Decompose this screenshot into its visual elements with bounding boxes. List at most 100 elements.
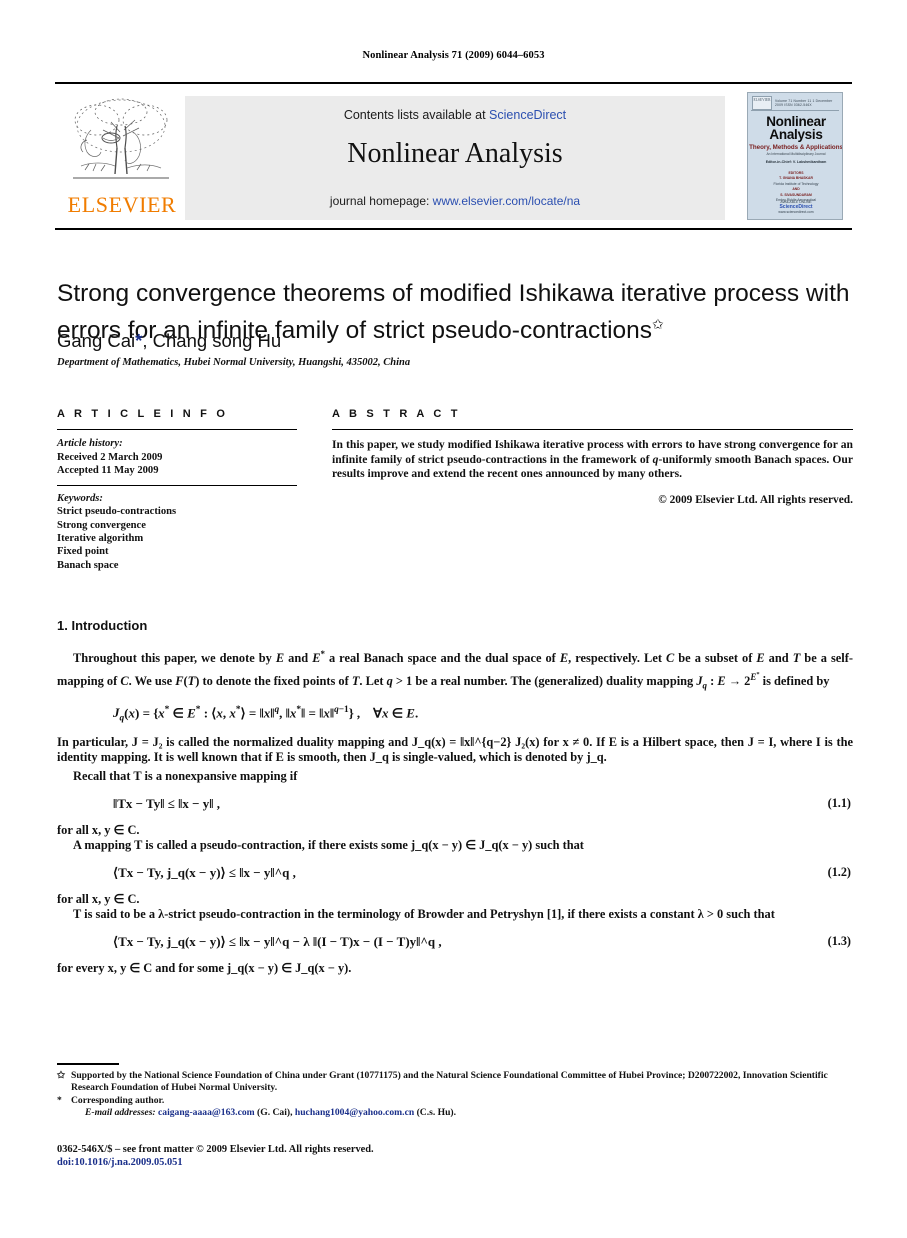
author-first: Gang Cai: [57, 330, 136, 351]
contents-line: Contents lists available at ScienceDirec…: [185, 108, 725, 122]
paragraph-7: T is said to be a λ-strict pseudo-contra…: [57, 907, 853, 923]
p1-b: and: [284, 651, 313, 666]
p1-a: Throughout this paper, we denote by: [73, 651, 276, 666]
cover-volume-line: Volume 71 Number 11 1 December 2009 ISSN…: [775, 99, 833, 107]
keyword-item: Banach space: [57, 559, 119, 571]
doi-link[interactable]: doi:10.1016/j.na.2009.05.051: [57, 1156, 853, 1169]
abstract-copyright: © 2009 Elsevier Ltd. All rights reserved…: [658, 494, 853, 507]
paragraph-3: Recall that T is a nonexpansive mapping …: [57, 769, 853, 785]
paper-page: Nonlinear Analysis 71 (2009) 6044–6053 E…: [0, 0, 907, 1238]
footnote-rule: [57, 1063, 119, 1065]
p1-h: . We use: [128, 673, 176, 688]
article-info-heading: A R T I C L E I N F O: [57, 408, 229, 420]
keyword-item: Iterative algorithm: [57, 533, 144, 545]
equation-1-1-number: (1.1): [827, 795, 851, 810]
p1-c: a real Banach space and the dual space o…: [324, 651, 560, 666]
elsevier-tree-icon: [67, 96, 175, 188]
colophon: 0362-546X/$ – see front matter © 2009 El…: [57, 1143, 853, 1169]
cover-title-line2: Analysis: [769, 127, 823, 142]
p1-f: and: [764, 651, 793, 666]
sciencedirect-link[interactable]: ScienceDirect: [489, 108, 566, 122]
paragraph-6-text: for all x, y ∈ C.: [57, 891, 140, 906]
footnote-funding-text: Supported by the National Science Founda…: [71, 1070, 828, 1094]
keyword-item: Fixed point: [57, 546, 109, 558]
equation-1-2-number: (1.2): [827, 864, 851, 879]
equation-1-2: ⟨Tx − Ty, j_q(x − y)⟩ ≤ ‖x − y‖^q , (1.2…: [57, 865, 853, 881]
cover-subtitle2: An International Multidisciplinary Journ…: [766, 152, 826, 156]
cover-subtitle: Theory, Methods & Applications: [749, 144, 843, 151]
p1-d: , respectively. Let: [568, 651, 666, 666]
homepage-label: journal homepage:: [329, 194, 433, 208]
article-history: Article history: Received 2 March 2009 A…: [57, 437, 297, 477]
equation-duality-mapping: Jq(x) = {x* ∈ E* : ⟨x, x*⟩ = ‖x‖q, ‖x*‖ …: [113, 704, 419, 724]
paragraph-8: for every x, y ∈ C and for some j_q(x − …: [57, 961, 853, 977]
footnote-funding: ✩ Supported by the National Science Found…: [57, 1070, 853, 1095]
cover-title: Nonlinear Analysis: [748, 115, 842, 142]
author-list: Gang Cai*, Chang song Hu: [57, 330, 857, 352]
cover-editor-block: EDITORS T. GNANA BHASKAR Florida Institu…: [748, 171, 842, 203]
cover-sciencedirect-url: www.sciencedirect.com: [778, 210, 814, 214]
running-head: Nonlinear Analysis 71 (2009) 6044–6053: [362, 50, 545, 61]
front-matter-line: 0362-546X/$ – see front matter © 2009 El…: [57, 1144, 374, 1155]
email-label: E-mail addresses:: [85, 1107, 156, 1119]
footnote-block: ✩ Supported by the National Science Found…: [57, 1070, 853, 1120]
abstract-heading: A B S T R A C T: [332, 408, 461, 420]
footnote-funding-marker: ✩: [57, 1070, 66, 1081]
journal-cover-thumbnail: ELSEVIER Volume 71 Number 11 1 December …: [747, 92, 843, 220]
cover-elsevier-mark: ELSEVIER: [752, 96, 772, 110]
paragraph-2: In particular, J = J₂ is called the norm…: [57, 735, 853, 766]
email-link-cai[interactable]: caigang-aaaa@163.com: [158, 1107, 255, 1118]
journal-homepage-link[interactable]: www.elsevier.com/locate/na: [433, 194, 580, 208]
header-rule-bottom: [55, 228, 852, 231]
keywords-block: Keywords: Strict pseudo-contractions Str…: [57, 492, 297, 572]
keywords-label: Keywords:: [57, 492, 103, 504]
paragraph-3-text: Recall that T is a nonexpansive mapping …: [73, 768, 298, 783]
p1-i: to denote the fixed points of: [199, 673, 352, 688]
contents-line-text: Contents lists available at: [343, 108, 490, 122]
equation-1-3-text: ⟨Tx − Ty, j_q(x − y)⟩ ≤ ‖x − y‖^q − λ ‖(…: [113, 933, 442, 949]
journal-masthead: ELSEVIER Contents lists available at Sci…: [55, 92, 852, 224]
journal-homepage-line: journal homepage: www.elsevier.com/locat…: [185, 194, 725, 208]
article-info-block: A R T I C L E I N F O Article history: R…: [57, 408, 297, 572]
paragraph-4: for all x, y ∈ C.: [57, 823, 853, 839]
footnote-emails: E-mail addresses: caigang-aaaa@163.com (…: [57, 1107, 853, 1119]
paragraph-2-text: In particular, J = J₂ is called the norm…: [57, 734, 853, 765]
elsevier-logo: ELSEVIER: [61, 96, 181, 220]
equation-1-1-text: ‖Tx − Ty‖ ≤ ‖x − y‖ ,: [113, 795, 220, 811]
email-owner-cai: (G. Cai),: [257, 1107, 293, 1119]
paragraph-8-text: for every x, y ∈ C and for some j_q(x − …: [57, 960, 352, 975]
paragraph-6: for all x, y ∈ C.: [57, 892, 853, 908]
equation-1-3: ⟨Tx − Ty, j_q(x − y)⟩ ≤ ‖x − y‖^q − λ ‖(…: [57, 934, 853, 950]
abstract-rule: [332, 429, 853, 431]
article-accepted: Accepted 11 May 2009: [57, 465, 159, 477]
equation-1-2-text: ⟨Tx − Ty, j_q(x − y)⟩ ≤ ‖x − y‖^q ,: [113, 864, 296, 880]
author-rest: , Chang song Hu: [142, 330, 282, 351]
journal-name: Nonlinear Analysis: [347, 138, 563, 169]
paragraph-5: A mapping T is called a pseudo-contracti…: [57, 838, 853, 854]
equation-1-3-number: (1.3): [827, 933, 851, 948]
paragraph-4-text: for all x, y ∈ C.: [57, 822, 140, 837]
header-rule-top: [55, 82, 852, 85]
email-owner-hu: (C.s. Hu).: [416, 1107, 457, 1119]
paragraph-7-text: T is said to be a λ-strict pseudo-contra…: [73, 907, 775, 922]
p1-e: be a subset of: [674, 651, 757, 666]
affiliation: Department of Mathematics, Hubei Normal …: [57, 357, 411, 368]
article-received: Received 2 March 2009: [57, 451, 163, 463]
article-info-rule-1: [57, 429, 297, 431]
journal-banner: Contents lists available at ScienceDirec…: [185, 96, 725, 220]
keyword-item: Strong convergence: [57, 519, 146, 531]
email-link-hu[interactable]: huchang1004@yahoo.com.cn: [295, 1107, 414, 1118]
cover-footer: AVAILABLE ONLINE ScienceDirect www.scien…: [748, 200, 842, 215]
section-heading-introduction: 1. Introduction: [57, 618, 148, 633]
abstract-block: A B S T R A C T In this paper, we study …: [332, 408, 853, 506]
p1-l: is defined by: [759, 673, 830, 688]
abstract-text: In this paper, we study modified Ishikaw…: [332, 438, 853, 482]
keyword-item: Strict pseudo-contractions: [57, 506, 177, 518]
p1-j: . Let: [359, 673, 387, 688]
elsevier-wordmark: ELSEVIER: [67, 192, 177, 217]
article-history-label: Article history:: [57, 438, 123, 450]
cover-editor-line: Editor-in-Chief: V. Lakshmikantham: [765, 160, 827, 164]
footnote-corresponding-marker: *: [57, 1094, 62, 1106]
p1-k: be a real number. The (generalized) dual…: [412, 673, 697, 688]
cover-top-strip: ELSEVIER Volume 71 Number 11 1 December …: [751, 96, 839, 111]
